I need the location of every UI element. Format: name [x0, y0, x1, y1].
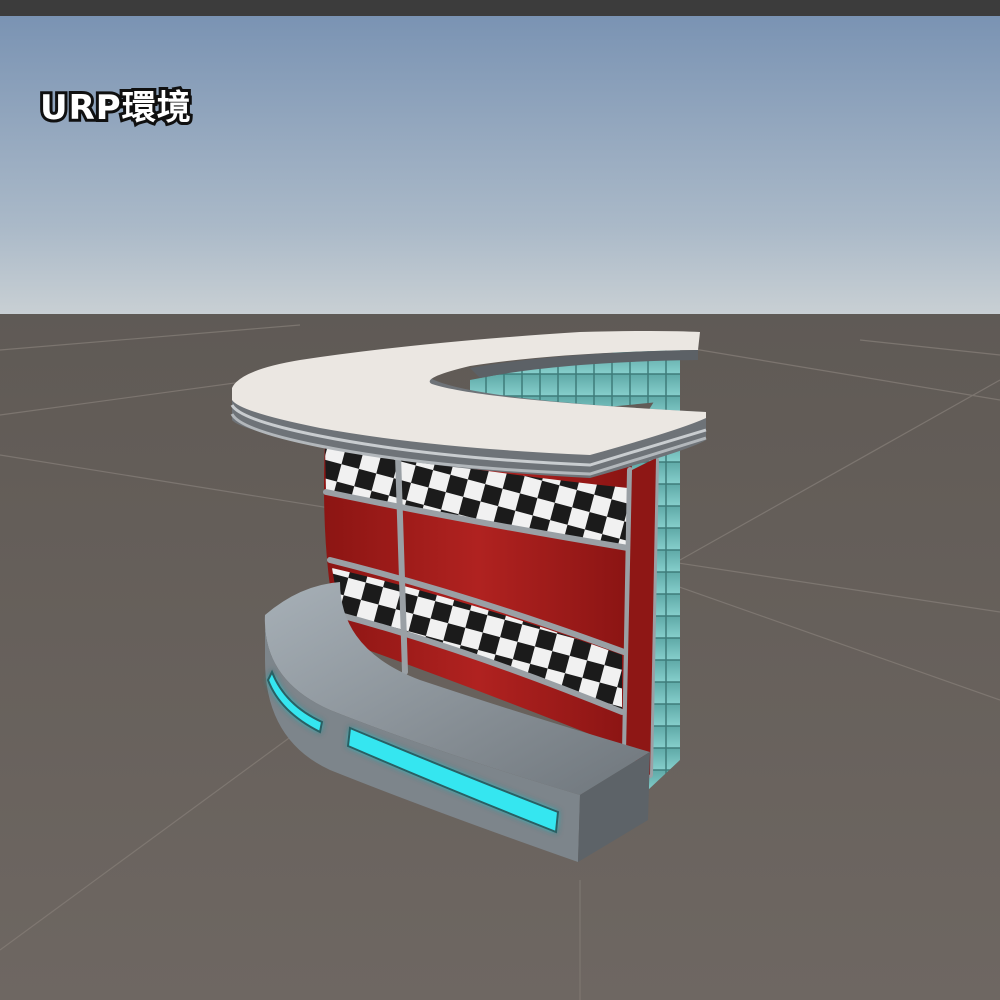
- editor-top-bar: [0, 0, 1000, 16]
- caption-label: URP環境: [37, 85, 194, 131]
- scene-viewport[interactable]: [0, 16, 1000, 1000]
- sky: [0, 16, 1000, 316]
